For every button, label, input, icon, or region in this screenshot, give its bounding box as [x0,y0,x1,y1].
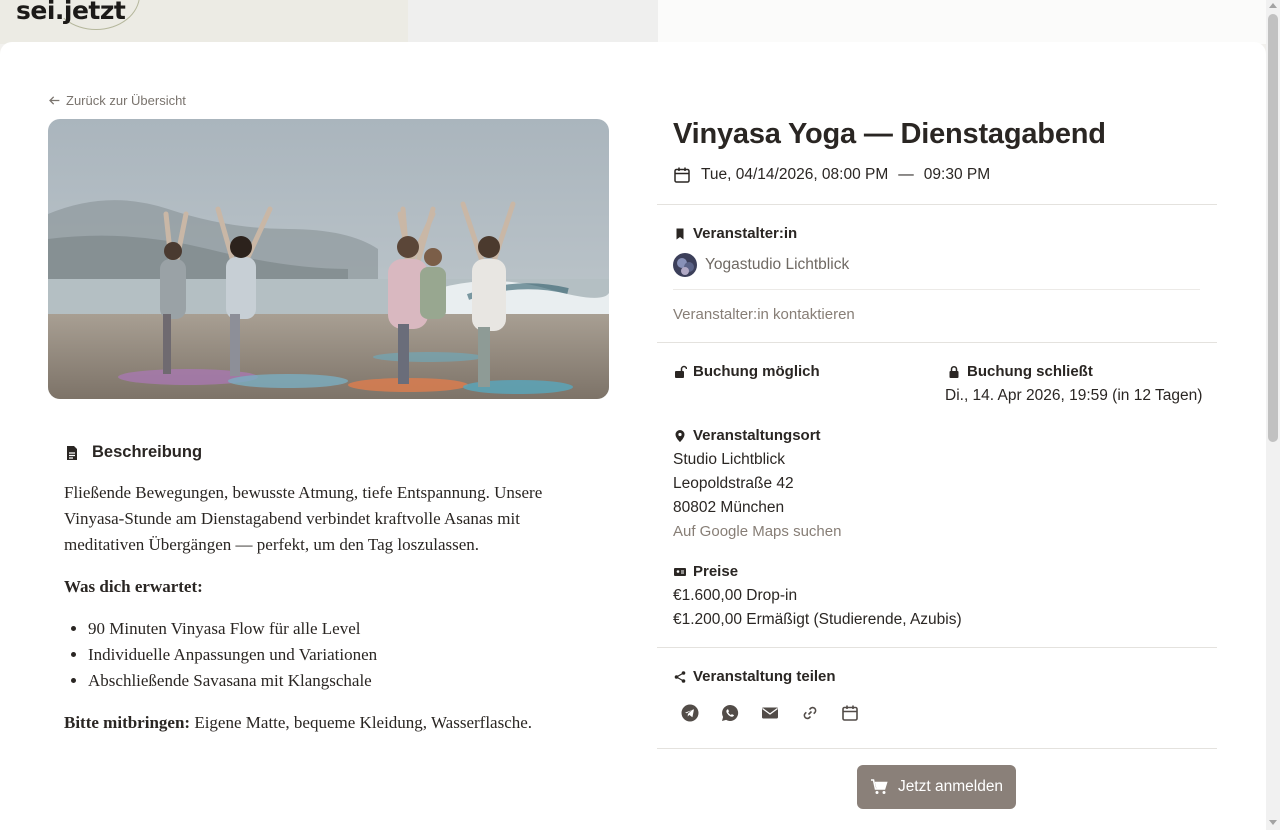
whatsapp-icon[interactable] [719,702,741,724]
event-image [48,119,609,399]
booking-open-heading: Buchung möglich [673,363,820,380]
register-button-label: Jetzt anmelden [897,778,1004,795]
venue-name: Studio Lichtblick [673,451,786,468]
divider [657,204,1217,205]
scroll-up-arrow[interactable] [1269,3,1277,8]
top-header: sei.jetzt [0,0,1266,44]
scroll-down-arrow[interactable] [1269,820,1277,825]
venue-city: 80802 München [673,499,785,516]
price-item: €1.600,00 Drop-in [673,587,798,604]
document-icon [67,445,77,460]
description-body: Fließende Bewegungen, bewusste Atmung, t… [64,480,604,752]
ticket-icon [674,567,686,576]
list-item: Individuelle Anpassungen und Variationen [88,642,604,668]
organizer-heading-label: Veranstalter:in [693,225,798,242]
expect-list: 90 Minuten Vinyasa Flow für alle Level I… [64,616,604,694]
event-title: Vinyasa Yoga — Dienstagabend [673,118,1106,150]
add-to-calendar-icon[interactable] [839,702,861,724]
header-segment [658,0,1266,44]
description-intro: Fließende Bewegungen, bewusste Atmung, t… [64,483,543,554]
register-button[interactable]: Jetzt anmelden [857,765,1016,809]
bring-label: Bitte mitbringen: [64,713,191,732]
divider [673,289,1200,290]
telegram-icon[interactable] [679,702,701,724]
divider [657,342,1217,343]
description-heading-label: Beschreibung [92,443,203,461]
lock-open-icon [675,365,687,378]
booking-closes-heading: Buchung schließt [947,363,1093,380]
bring-text: Eigene Matte, bequeme Kleidung, Wasserfl… [190,713,533,732]
date-end: 09:30 PM [923,166,991,183]
prices-heading: Preise [673,563,738,580]
prices-heading-label: Preise [693,563,739,580]
back-link-label: Zurück zur Übersicht [66,93,186,108]
google-maps-link[interactable]: Auf Google Maps suchen [673,523,841,540]
list-item: Abschließende Savasana mit Klangschale [88,668,604,694]
avatar [673,253,697,277]
organizer-name: Yogastudio Lichtblick [705,256,850,273]
share-icons [679,702,861,724]
back-link[interactable]: Zurück zur Übersicht [48,93,186,108]
divider [657,748,1217,749]
cart-icon [870,779,888,794]
calendar-icon [674,167,690,183]
header-segment [408,0,658,44]
date-separator: — [898,166,914,183]
bring-paragraph: Bitte mitbringen: Eigene Matte, bequeme … [64,710,604,736]
contact-organizer-link[interactable]: Veranstalter:in kontaktieren [673,306,855,323]
booking-closes-value: Di., 14. Apr 2026, 19:59 (in 12 Tagen) [945,387,1203,404]
booking-open-label: Buchung möglich [693,363,820,380]
scrollbar[interactable] [1266,0,1280,830]
organizer-heading: Veranstalter:in [673,225,797,242]
bookmark-icon [676,228,684,239]
venue-street: Leopoldstraße 42 [673,475,794,492]
description-heading: Beschreibung [64,443,202,462]
list-item: 90 Minuten Vinyasa Flow für alle Level [88,616,604,642]
location-pin-icon [675,429,685,442]
arrow-left-icon [49,96,60,105]
date-start: Tue, 04/14/2026, 08:00 PM [701,166,889,183]
venue-heading: Veranstaltungsort [673,427,821,444]
link-icon[interactable] [799,702,821,724]
booking-closes-label: Buchung schließt [967,363,1093,380]
price-item: €1.200,00 Ermäßigt (Studierende, Azubis) [673,611,962,628]
event-date: Tue, 04/14/2026, 08:00 PM — 09:30 PM [673,166,990,184]
share-heading: Veranstaltung teilen [673,668,836,685]
scrollbar-thumb[interactable] [1268,14,1278,442]
organizer-link[interactable]: Yogastudio Lichtblick [673,253,849,277]
email-icon[interactable] [759,702,781,724]
share-icon [674,670,686,683]
share-heading-label: Veranstaltung teilen [693,668,836,685]
site-logo[interactable]: sei.jetzt [16,0,126,25]
expect-heading: Was dich erwartet: [64,577,203,596]
venue-heading-label: Veranstaltungsort [693,427,821,444]
lock-icon [949,365,959,378]
divider [657,647,1217,648]
